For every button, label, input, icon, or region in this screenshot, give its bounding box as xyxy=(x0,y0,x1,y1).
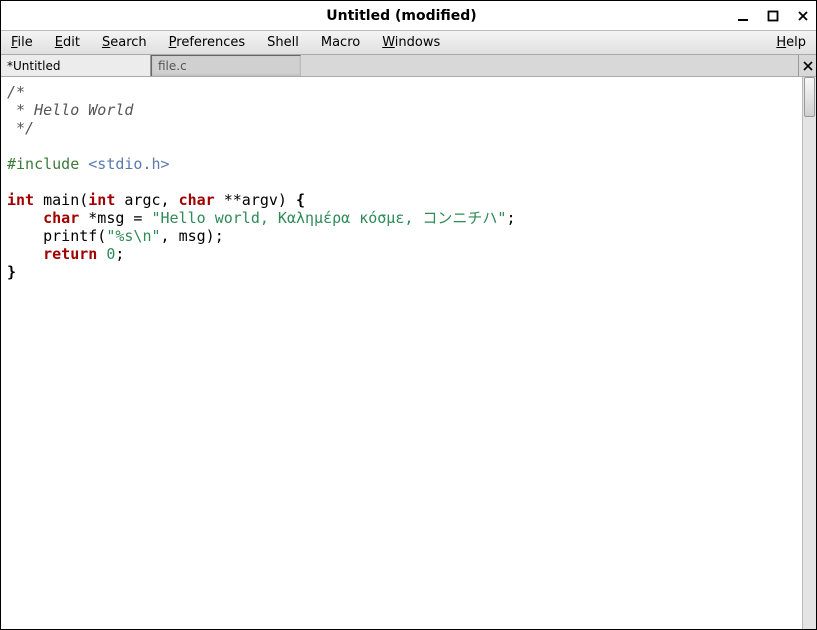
menu-preferences[interactable]: Preferences xyxy=(165,33,249,52)
tab-spacer xyxy=(301,55,798,76)
menu-macro[interactable]: Macro xyxy=(317,33,364,52)
minimize-icon xyxy=(737,10,749,22)
code-text: ; xyxy=(115,245,124,263)
menu-help[interactable]: Help xyxy=(772,33,810,52)
code-text xyxy=(97,245,106,263)
tab-label: file.c xyxy=(158,59,187,73)
code-text: "Hello world, Καλημέρα κόσμε, コンニチハ" xyxy=(152,209,507,227)
editor-area: /* * Hello World */ #include <stdio.h> i… xyxy=(1,77,816,629)
code-text: **argv) xyxy=(215,191,296,209)
close-icon xyxy=(797,10,809,22)
code-text: "%s\n" xyxy=(106,227,160,245)
minimize-button[interactable] xyxy=(736,9,750,23)
code-text: , msg); xyxy=(161,227,224,245)
close-button[interactable] xyxy=(796,9,810,23)
code-text: argc, xyxy=(115,191,178,209)
tab-label: *Untitled xyxy=(7,59,60,73)
scrollbar-thumb[interactable] xyxy=(804,77,815,117)
code-text: { xyxy=(296,191,305,209)
code-text: } xyxy=(7,263,16,281)
code-text: return xyxy=(43,245,97,263)
code-editor[interactable]: /* * Hello World */ #include <stdio.h> i… xyxy=(1,77,802,629)
code-text: /* xyxy=(7,83,25,101)
window-controls xyxy=(736,9,810,23)
maximize-icon xyxy=(767,10,779,22)
code-text: * Hello World xyxy=(7,101,133,119)
titlebar: Untitled (modified) xyxy=(1,1,816,31)
tab-file-c[interactable]: file.c xyxy=(151,55,301,76)
menu-shell[interactable]: Shell xyxy=(263,33,303,52)
vertical-scrollbar[interactable] xyxy=(802,77,816,629)
code-text: */ xyxy=(7,119,34,137)
tab-close-button[interactable] xyxy=(798,55,816,76)
code-text xyxy=(7,227,43,245)
code-text: printf( xyxy=(43,227,106,245)
code-text: char xyxy=(179,191,215,209)
menu-file[interactable]: File xyxy=(7,33,37,52)
code-text: ; xyxy=(506,209,515,227)
code-text: char xyxy=(43,209,79,227)
code-text: #include xyxy=(7,155,88,173)
code-text: *msg = xyxy=(79,209,151,227)
code-text: int xyxy=(7,191,34,209)
menu-search[interactable]: Search xyxy=(98,33,151,52)
menu-windows[interactable]: Windows xyxy=(378,33,444,52)
code-text: <stdio.h> xyxy=(88,155,169,173)
code-text: int xyxy=(88,191,115,209)
window-frame: Untitled (modified) File Edit Search Pre… xyxy=(0,0,817,630)
tab-untitled[interactable]: *Untitled xyxy=(1,55,151,76)
menubar: File Edit Search Preferences Shell Macro… xyxy=(1,31,816,55)
code-text: main( xyxy=(34,191,88,209)
code-text xyxy=(7,245,43,263)
maximize-button[interactable] xyxy=(766,9,780,23)
menu-edit[interactable]: Edit xyxy=(51,33,84,52)
window-title: Untitled (modified) xyxy=(67,8,736,24)
close-icon xyxy=(803,61,813,71)
tabbar: *Untitled file.c xyxy=(1,55,816,77)
code-text xyxy=(7,209,43,227)
